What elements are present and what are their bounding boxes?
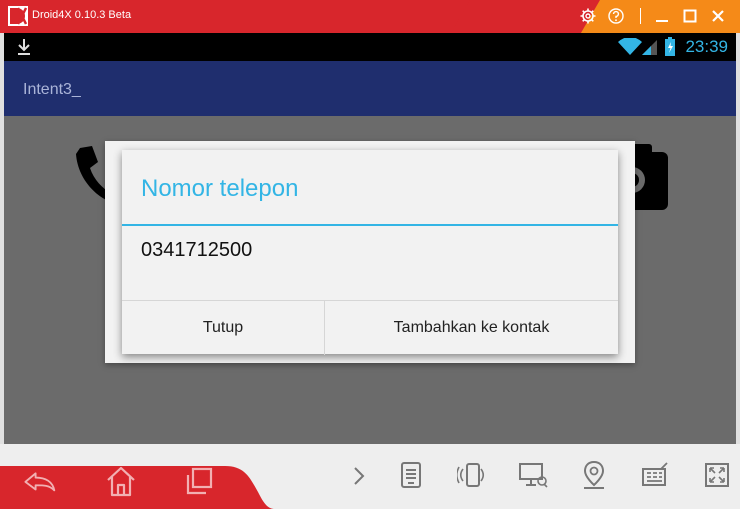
emulator-toolbar — [0, 444, 740, 509]
phone-number-dialog: Nomor telepon 0341712500 Tutup Tambahkan… — [122, 150, 618, 355]
titlebar-separator — [640, 8, 641, 24]
maximize-icon[interactable] — [680, 6, 700, 26]
add-to-contacts-button[interactable]: Tambahkan ke kontak — [325, 301, 618, 355]
recents-icon[interactable] — [182, 464, 216, 498]
battery-icon — [665, 37, 675, 56]
gear-icon[interactable] — [578, 6, 598, 26]
signal-icon — [642, 40, 657, 55]
phone-number-text: 0341712500 — [141, 239, 253, 261]
android-statusbar: 23:39 — [4, 33, 736, 61]
apk-icon[interactable] — [394, 458, 428, 492]
wifi-icon — [618, 38, 642, 55]
chevron-right-icon[interactable] — [342, 459, 376, 493]
dialog-button-row: Tutup Tambahkan ke kontak — [122, 300, 618, 355]
keyboard-icon[interactable] — [638, 458, 672, 492]
close-dialog-button[interactable]: Tutup — [122, 301, 325, 355]
help-icon[interactable] — [606, 6, 626, 26]
back-icon[interactable] — [22, 464, 56, 498]
dialog-title: Nomor telepon — [141, 175, 299, 202]
close-icon[interactable] — [708, 6, 728, 26]
location-icon[interactable] — [577, 458, 611, 492]
window-title: Droid4X 0.10.3 Beta — [32, 9, 132, 21]
home-icon[interactable] — [104, 464, 138, 498]
droid4x-logo-icon — [8, 6, 28, 26]
app-title: Intent3_ — [23, 81, 81, 98]
dialog-title-divider — [122, 224, 618, 226]
download-icon — [18, 39, 30, 55]
shake-icon[interactable] — [455, 458, 489, 492]
app-actionbar: Intent3_ — [4, 61, 736, 116]
screen-icon[interactable] — [516, 458, 550, 492]
status-clock: 23:39 — [685, 37, 728, 56]
window-titlebar: Droid4X 0.10.3 Beta — [0, 0, 740, 33]
minimize-icon[interactable] — [652, 6, 672, 26]
fullscreen-icon[interactable] — [700, 458, 734, 492]
